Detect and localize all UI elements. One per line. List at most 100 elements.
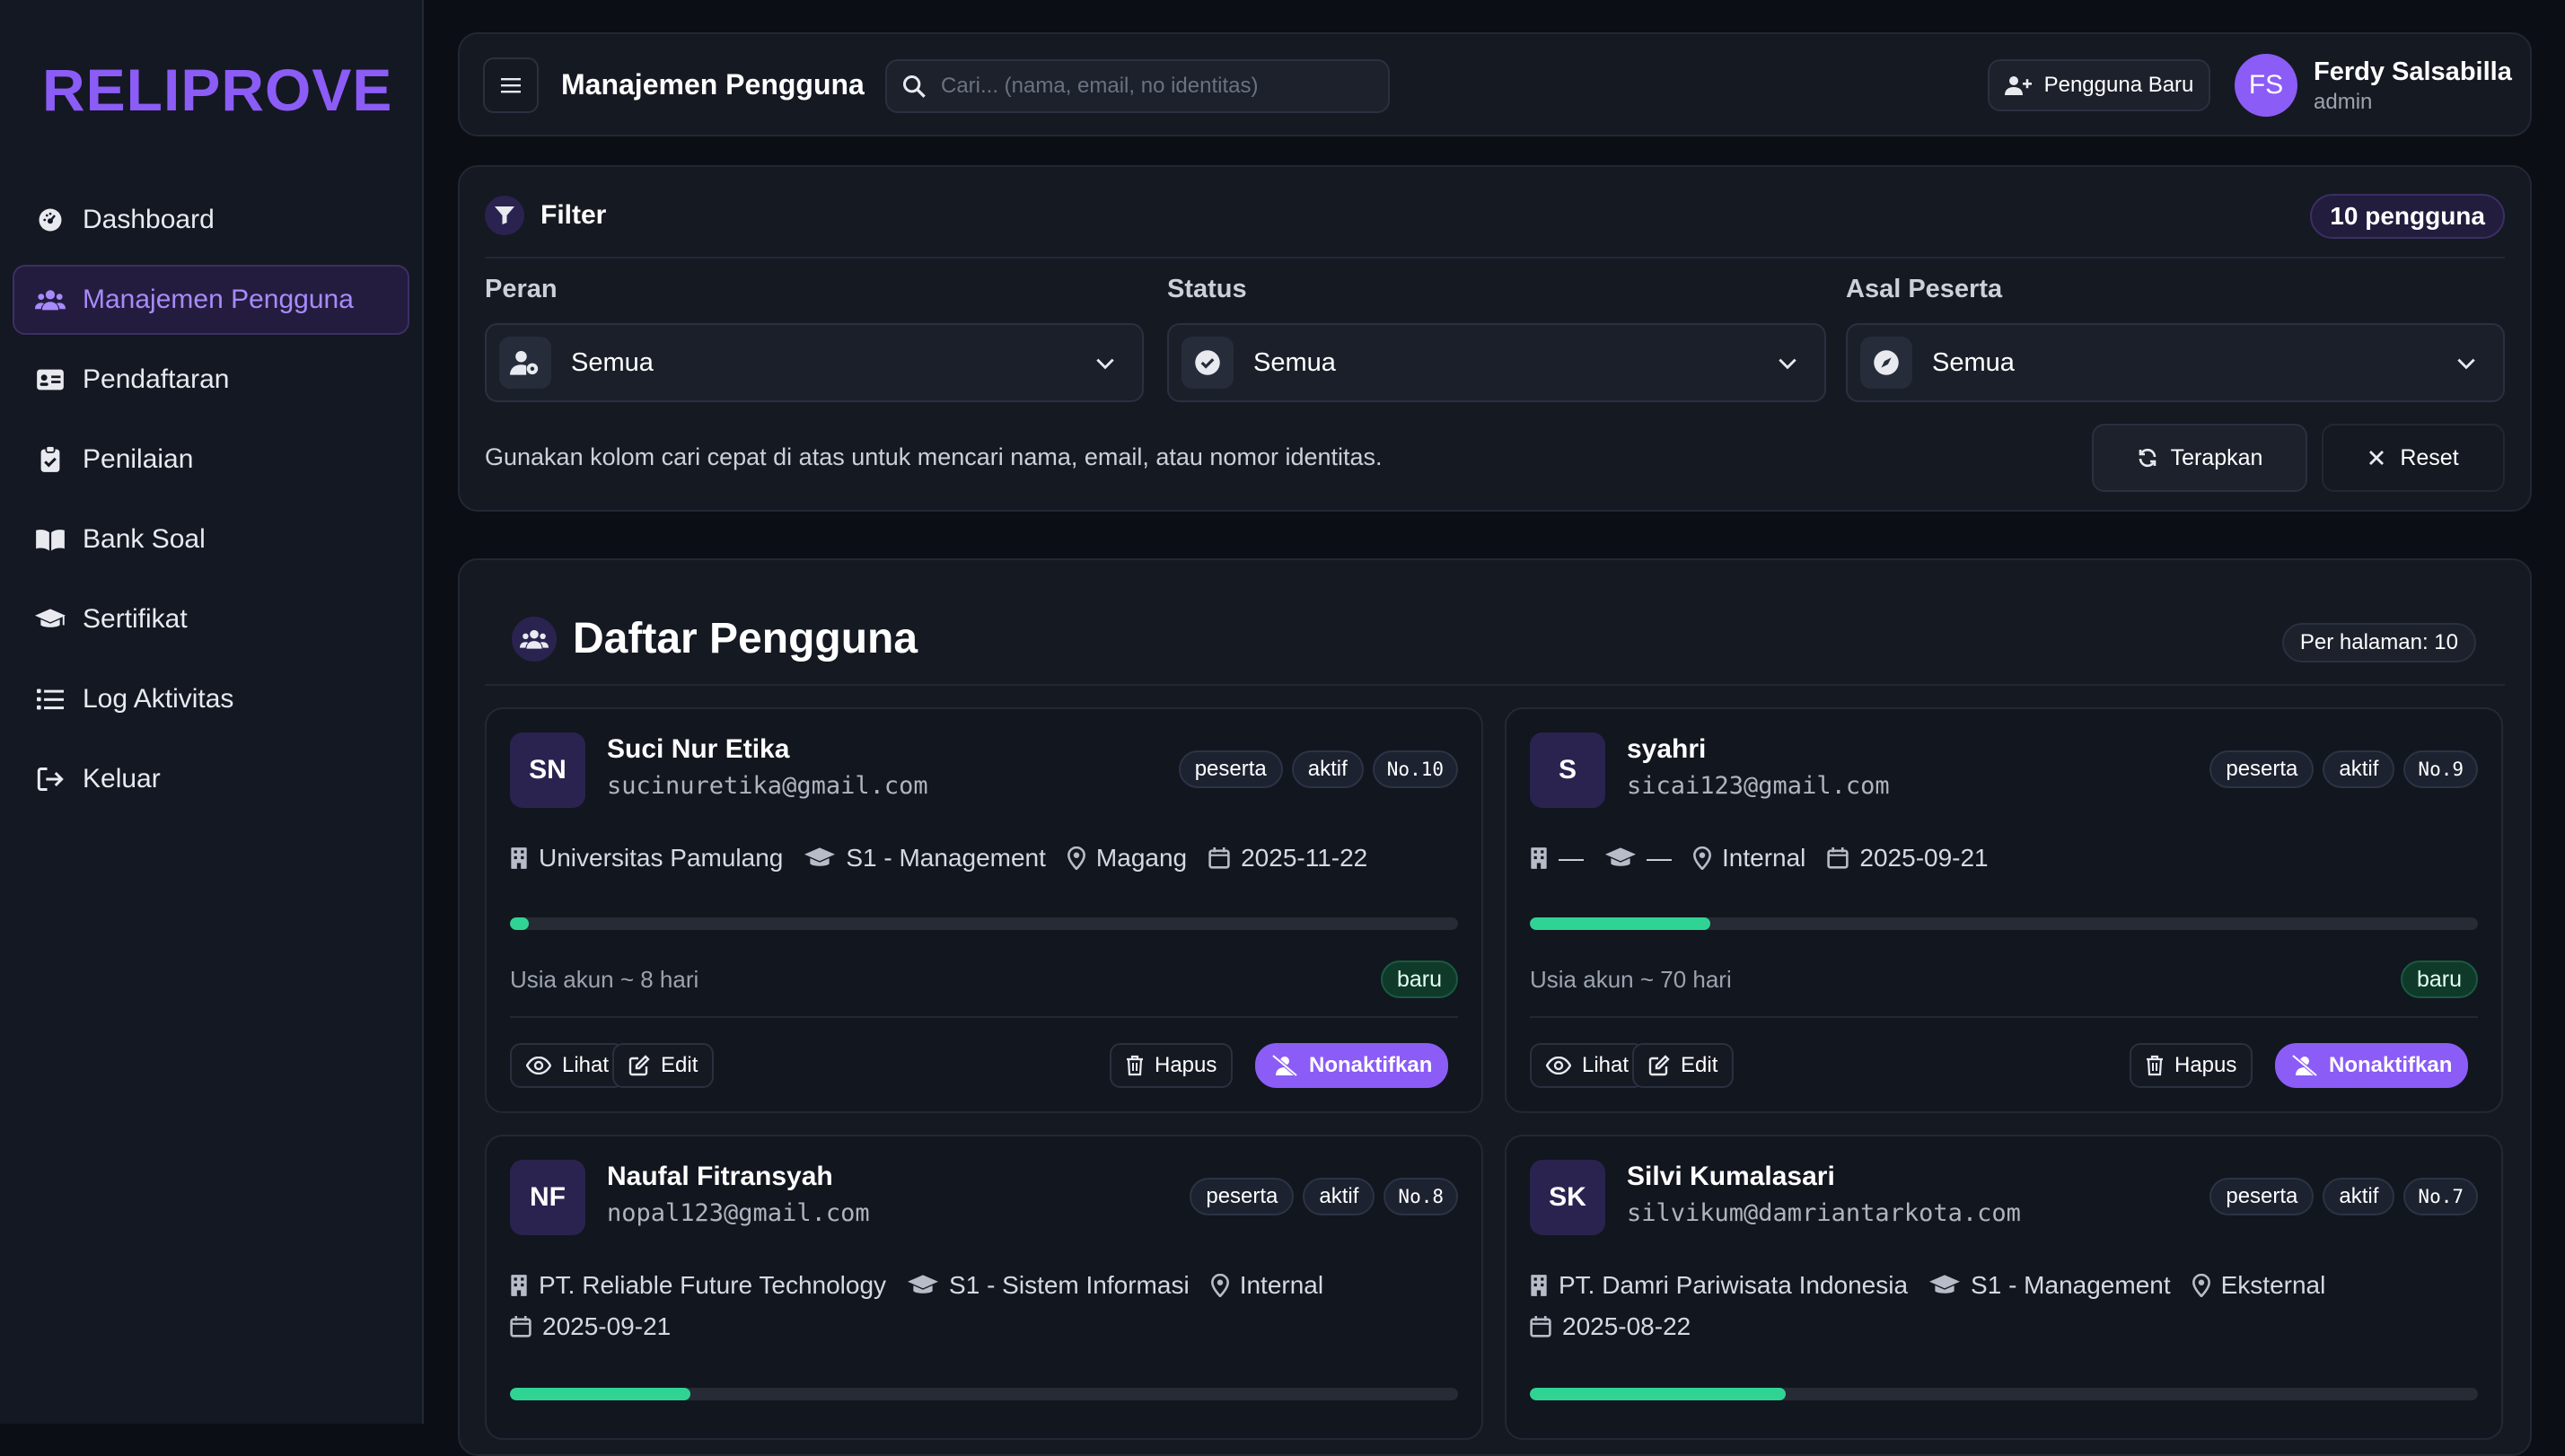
- user-card: S syahri sicai123@gmail.com peserta akti…: [1505, 707, 2503, 1113]
- program-text: S1 - Sistem Informasi: [949, 1271, 1190, 1299]
- compass-icon: [1860, 337, 1912, 389]
- meta-date: 2025-09-21: [1827, 844, 1989, 873]
- sidebar-item-question-bank[interactable]: Bank Soal: [13, 504, 409, 575]
- user-badges: peserta aktif No.9: [2209, 750, 2478, 788]
- origin-text: Magang: [1095, 844, 1188, 872]
- progress-fill: [1530, 1388, 1787, 1400]
- user-card: SK Silvi Kumalasari silvikum@damriantark…: [1505, 1135, 2503, 1440]
- brand-logo[interactable]: RELIPROVE: [42, 56, 392, 124]
- user-list-panel: Daftar Pengguna Per halaman: 10 SN Suci …: [458, 558, 2532, 1456]
- institution-text: PT. Reliable Future Technology: [539, 1271, 887, 1299]
- building-icon: [511, 1275, 527, 1296]
- sidebar-item-registration[interactable]: Pendaftaran: [13, 345, 409, 415]
- map-pin-icon: [1693, 846, 1711, 870]
- user-badges: peserta aktif No.7: [2209, 1178, 2478, 1215]
- delete-button[interactable]: Hapus: [1110, 1043, 1234, 1088]
- status-select[interactable]: Semua: [1167, 323, 1826, 402]
- sidebar-item-label: Pendaftaran: [83, 364, 230, 394]
- sidebar-item-assessment[interactable]: Penilaian: [13, 425, 409, 495]
- map-pin-icon: [2192, 1274, 2210, 1297]
- per-page-badge[interactable]: Per halaman: 10: [2281, 623, 2476, 662]
- user-meta: Universitas Pamulang S1 - Management Mag…: [510, 844, 1389, 873]
- user-name: Ferdy Salsabilla: [2314, 57, 2512, 86]
- meta-institution: PT. Damri Pariwisata Indonesia: [1530, 1271, 1908, 1300]
- progress-bar: [1530, 917, 2478, 930]
- date-text: 2025-11-22: [1241, 844, 1368, 872]
- meta-origin: Eksternal: [2192, 1271, 2325, 1300]
- user-avatar: S: [1530, 732, 1605, 808]
- divider: [1530, 1016, 2478, 1018]
- origin-select[interactable]: Semua: [1846, 323, 2505, 402]
- sidebar-item-logout[interactable]: Keluar: [13, 744, 409, 814]
- institution-text: PT. Damri Pariwisata Indonesia: [1559, 1271, 1909, 1299]
- top-bar: Manajemen Pengguna Pengguna Baru FS Ferd…: [458, 32, 2532, 136]
- user-slash-icon: [1271, 1055, 1298, 1076]
- progress-fill: [1530, 917, 1710, 930]
- page-title: Manajemen Pengguna: [561, 68, 865, 101]
- sidebar-item-activity-log[interactable]: Log Aktivitas: [13, 664, 409, 734]
- search-input[interactable]: [941, 74, 1372, 99]
- edit-icon: [628, 1055, 650, 1076]
- map-pin-icon: [1067, 846, 1085, 870]
- date-text: 2025-09-21: [542, 1312, 672, 1340]
- clipboard-check-icon: [34, 443, 66, 476]
- user-email: sicai123@gmail.com: [1627, 772, 1890, 800]
- avatar[interactable]: FS: [2235, 54, 2297, 117]
- graduation-cap-icon: [1929, 1275, 1961, 1294]
- user-email: silvikum@damriantarkota.com: [1627, 1199, 2021, 1227]
- divider: [485, 257, 2505, 259]
- sidebar-item-dashboard[interactable]: Dashboard: [13, 185, 409, 255]
- meta-origin: Internal: [1210, 1271, 1323, 1300]
- user-meta: PT. Reliable Future Technology S1 - Sist…: [510, 1271, 1408, 1341]
- delete-button[interactable]: Hapus: [2130, 1043, 2253, 1088]
- view-button[interactable]: Lihat: [1530, 1043, 1646, 1088]
- user-name: Silvi Kumalasari: [1627, 1162, 1835, 1191]
- apply-button[interactable]: Terapkan: [2092, 424, 2307, 492]
- edit-button[interactable]: Edit: [1632, 1043, 1735, 1088]
- deactivate-button[interactable]: Nonaktifkan: [1255, 1043, 1449, 1088]
- status-badge: aktif: [2323, 750, 2395, 788]
- origin-select-value: Semua: [1932, 347, 2015, 377]
- reset-button[interactable]: Reset: [2322, 424, 2505, 492]
- book-open-icon: [34, 523, 66, 556]
- role-badge: peserta: [1178, 750, 1283, 788]
- role-filter: Peran Semua: [485, 275, 1144, 402]
- menu-toggle-button[interactable]: [483, 57, 539, 113]
- sidebar-item-certificate[interactable]: Sertifikat: [13, 584, 409, 654]
- deactivate-label: Nonaktifkan: [1309, 1053, 1433, 1077]
- list-header: Daftar Pengguna: [512, 614, 918, 663]
- status-badge: aktif: [1291, 750, 1364, 788]
- progress-bar: [510, 917, 1458, 930]
- edit-label: Edit: [661, 1053, 698, 1077]
- origin-filter-label: Asal Peserta: [1846, 275, 2003, 303]
- meta-origin: Magang: [1067, 844, 1187, 873]
- view-button[interactable]: Lihat: [510, 1043, 626, 1088]
- new-user-button[interactable]: Pengguna Baru: [1988, 59, 2210, 111]
- refresh-icon: [2137, 447, 2158, 469]
- users-icon: [34, 284, 66, 316]
- sidebar-item-label: Dashboard: [83, 205, 215, 234]
- date-text: 2025-08-22: [1562, 1312, 1691, 1340]
- role-select[interactable]: Semua: [485, 323, 1144, 402]
- sidebar-item-users[interactable]: Manajemen Pengguna: [13, 265, 409, 335]
- account-age: Usia akun ~ 8 hari: [510, 966, 699, 993]
- apply-label: Terapkan: [2170, 444, 2263, 470]
- filter-title: Filter: [540, 200, 607, 230]
- meta-program: —: [1605, 844, 1672, 873]
- calendar-icon: [1827, 847, 1849, 869]
- deactivate-button[interactable]: Nonaktifkan: [2275, 1043, 2469, 1088]
- graduation-cap-icon: [908, 1275, 939, 1294]
- role-filter-label: Peran: [485, 275, 558, 303]
- divider: [510, 1016, 1458, 1018]
- meta-date: 2025-08-22: [1530, 1312, 1691, 1341]
- institution-text: Universitas Pamulang: [539, 844, 784, 872]
- progress-bar: [1530, 1388, 2478, 1400]
- edit-button[interactable]: Edit: [612, 1043, 715, 1088]
- role-badge: peserta: [1190, 1178, 1295, 1215]
- origin-filter: Asal Peserta Semua: [1846, 275, 2505, 402]
- building-icon: [1531, 1275, 1547, 1296]
- reset-label: Reset: [2400, 444, 2459, 470]
- progress-fill: [510, 917, 530, 930]
- filter-panel: Filter 10 pengguna Peran Semua Status Se…: [458, 165, 2532, 512]
- institution-text: —: [1559, 844, 1584, 872]
